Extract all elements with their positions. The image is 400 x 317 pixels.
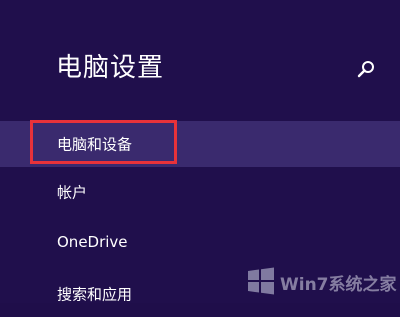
nav-item-pc-and-devices[interactable]: 电脑和设备 xyxy=(0,121,400,167)
watermark: Win7系统之家 xyxy=(246,262,397,300)
nav-item-label: 搜索和应用 xyxy=(57,285,133,304)
settings-panel: 电脑设置 电脑和设备 帐户 OneDrive 搜索和应用 Win7系统之家 xyxy=(0,0,400,304)
nav-item-accounts[interactable]: 帐户 xyxy=(0,169,400,215)
nav-item-label: 帐户 xyxy=(57,183,88,202)
page-title: 电脑设置 xyxy=(56,53,165,83)
windows-logo-icon xyxy=(248,267,274,295)
search-icon xyxy=(357,61,374,78)
nav-item-label: OneDrive xyxy=(57,233,128,251)
watermark-text: Win7系统之家 xyxy=(280,275,397,295)
nav-item-label: 电脑和设备 xyxy=(57,135,133,154)
search-button[interactable] xyxy=(354,58,378,82)
nav-item-onedrive[interactable]: OneDrive xyxy=(0,219,400,265)
